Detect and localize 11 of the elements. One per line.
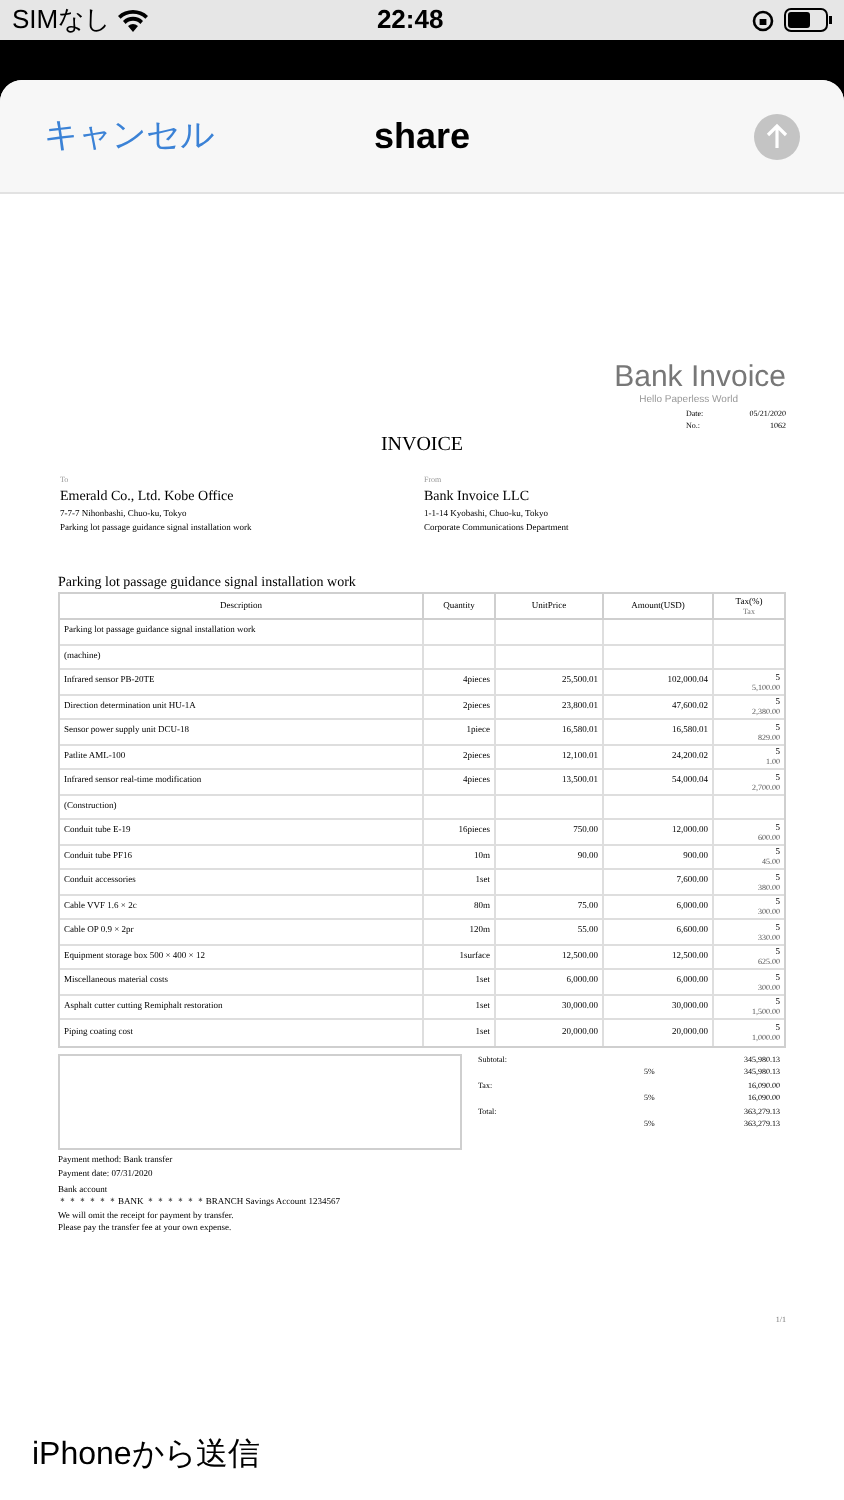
document-title: INVOICE — [378, 434, 466, 458]
wifi-icon — [118, 9, 149, 31]
clock-time: 22:48 — [374, 2, 446, 39]
rotation-lock-icon — [752, 9, 774, 31]
brand-title: Bank Invoice — [614, 362, 786, 394]
arrow-up-icon — [754, 113, 800, 159]
sheet-title: share — [373, 113, 471, 159]
battery-icon — [784, 8, 832, 32]
cancel-button[interactable]: キャンセル — [44, 110, 224, 162]
signature-text: iPhoneから送信 — [32, 1435, 260, 1475]
carrier-label: SIMなし — [12, 2, 111, 39]
